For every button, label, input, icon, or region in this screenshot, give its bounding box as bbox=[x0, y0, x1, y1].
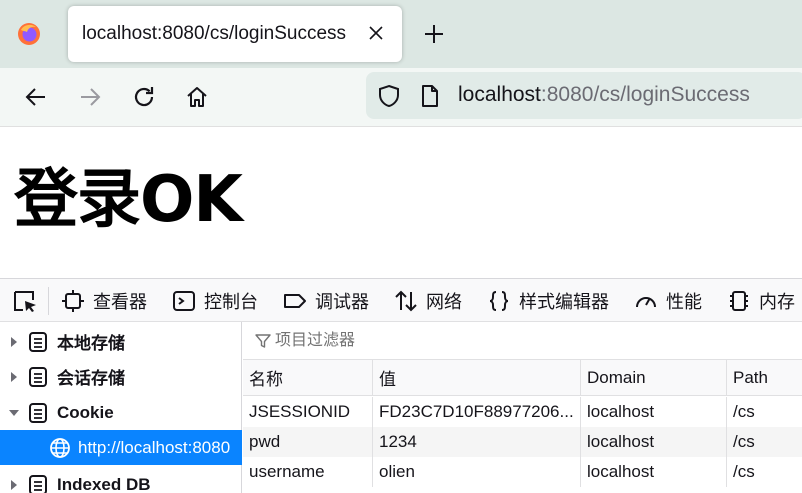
table-row[interactable]: username olien localhost /cs bbox=[243, 457, 802, 487]
cell-value: 1234 bbox=[373, 427, 581, 457]
cell-value: FD23C7D10F88977206... bbox=[373, 397, 581, 427]
url-bar[interactable]: localhost:8080/cs/loginSuccess bbox=[366, 72, 802, 119]
tab-debugger-label: 调试器 bbox=[315, 292, 369, 312]
column-header-value[interactable]: 值 bbox=[373, 360, 581, 395]
reload-icon[interactable] bbox=[130, 83, 158, 111]
expand-arrow-icon[interactable] bbox=[8, 371, 20, 383]
tree-item-label: 会话存储 bbox=[57, 369, 125, 388]
tree-item-cookie-host[interactable]: http://localhost:8080 bbox=[0, 430, 242, 465]
performance-icon bbox=[636, 297, 656, 308]
tree-item-session-storage[interactable]: 会话存储 bbox=[0, 359, 242, 394]
tab-network-label: 网络 bbox=[426, 292, 462, 312]
forward-arrow-icon[interactable] bbox=[76, 83, 104, 111]
cell-value: olien bbox=[373, 457, 581, 487]
globe-icon bbox=[50, 437, 70, 458]
tracking-shield-icon[interactable] bbox=[376, 83, 402, 109]
cell-domain: localhost bbox=[581, 397, 727, 427]
url-host: localhost bbox=[458, 83, 541, 106]
storage-icon bbox=[29, 331, 47, 352]
tab-debugger[interactable]: 调试器 bbox=[283, 289, 369, 313]
network-icon bbox=[395, 290, 417, 312]
tree-item-label: Indexed DB bbox=[57, 474, 151, 493]
filter-input[interactable] bbox=[275, 328, 775, 354]
tab-network[interactable]: 网络 bbox=[394, 289, 462, 313]
cell-path: /cs bbox=[733, 402, 755, 421]
inspector-icon bbox=[62, 290, 84, 312]
filter-bar bbox=[243, 322, 802, 360]
memory-icon bbox=[730, 291, 748, 311]
tab-console[interactable]: 控制台 bbox=[172, 289, 258, 313]
cookie-table: 名称 值 Domain Path JSESSIONID FD23C7D10F88… bbox=[243, 322, 802, 493]
filter-icon bbox=[255, 334, 271, 348]
tree-item-label: http://localhost:8080 bbox=[78, 437, 231, 457]
tab-inspector-label: 查看器 bbox=[93, 292, 147, 312]
new-tab-icon[interactable] bbox=[421, 21, 447, 47]
devtools-toolbar: 查看器 控制台 调试器 网络 样式编辑器 性能 内存 bbox=[0, 278, 802, 322]
collapse-arrow-icon[interactable] bbox=[8, 407, 20, 419]
back-arrow-icon[interactable] bbox=[22, 83, 50, 111]
table-header: 名称 值 Domain Path bbox=[243, 360, 802, 396]
element-picker-icon[interactable] bbox=[12, 289, 38, 313]
storage-icon bbox=[29, 474, 47, 493]
tab-title: localhost:8080/cs/loginSuccess bbox=[82, 23, 347, 44]
column-header-domain[interactable]: Domain bbox=[581, 360, 727, 395]
cell-path: /cs bbox=[733, 462, 755, 481]
page-info-icon[interactable] bbox=[418, 83, 442, 109]
firefox-logo-icon[interactable] bbox=[17, 22, 41, 46]
storage-icon bbox=[29, 402, 47, 423]
cell-domain: localhost bbox=[581, 457, 727, 487]
tab-inspector[interactable]: 查看器 bbox=[61, 289, 147, 313]
cell-name: username bbox=[243, 457, 373, 487]
table-row[interactable]: pwd 1234 localhost /cs bbox=[243, 427, 802, 457]
tree-item-local-storage[interactable]: 本地存储 bbox=[0, 324, 242, 359]
toolbar-separator bbox=[48, 287, 49, 315]
tree-item-label: Cookie bbox=[57, 402, 114, 422]
tab-strip: localhost:8080/cs/loginSuccess bbox=[0, 0, 802, 68]
cell-name: pwd bbox=[243, 427, 373, 457]
page-heading: 登录OK bbox=[14, 163, 243, 237]
debugger-icon bbox=[284, 294, 306, 308]
navigation-bar: localhost:8080/cs/loginSuccess bbox=[0, 68, 802, 127]
tab-style-editor[interactable]: 样式编辑器 bbox=[487, 289, 609, 313]
tree-item-label: 本地存储 bbox=[57, 334, 125, 353]
tab-memory-label: 内存 bbox=[759, 292, 795, 312]
tab-style-editor-label: 样式编辑器 bbox=[519, 292, 609, 312]
column-header-name[interactable]: 名称 bbox=[243, 360, 373, 395]
close-tab-icon[interactable] bbox=[364, 21, 388, 45]
tree-item-indexed-db[interactable]: Indexed DB bbox=[0, 467, 242, 493]
tree-item-cookie[interactable]: Cookie bbox=[0, 395, 242, 430]
url-text[interactable]: localhost:8080/cs/loginSuccess bbox=[458, 83, 750, 107]
active-tab[interactable]: localhost:8080/cs/loginSuccess bbox=[68, 6, 402, 62]
console-icon bbox=[173, 291, 195, 311]
storage-icon bbox=[29, 366, 47, 387]
tab-console-label: 控制台 bbox=[204, 292, 258, 312]
style-editor-icon bbox=[489, 291, 509, 311]
tab-performance[interactable]: 性能 bbox=[634, 289, 702, 313]
column-header-path[interactable]: Path bbox=[727, 360, 802, 395]
url-path: :8080/cs/loginSuccess bbox=[540, 83, 750, 106]
expand-arrow-icon[interactable] bbox=[8, 336, 20, 348]
expand-arrow-icon[interactable] bbox=[8, 479, 20, 491]
cell-name: JSESSIONID bbox=[243, 397, 373, 427]
cell-domain: localhost bbox=[581, 427, 727, 457]
tab-memory[interactable]: 内存 bbox=[727, 289, 795, 313]
tab-performance-label: 性能 bbox=[666, 292, 702, 312]
home-icon[interactable] bbox=[183, 83, 211, 111]
table-row[interactable]: JSESSIONID FD23C7D10F88977206... localho… bbox=[243, 397, 802, 427]
storage-tree: 本地存储 会话存储 Cookie http://localhost:8080 I… bbox=[0, 322, 242, 493]
cell-path: /cs bbox=[733, 432, 755, 451]
